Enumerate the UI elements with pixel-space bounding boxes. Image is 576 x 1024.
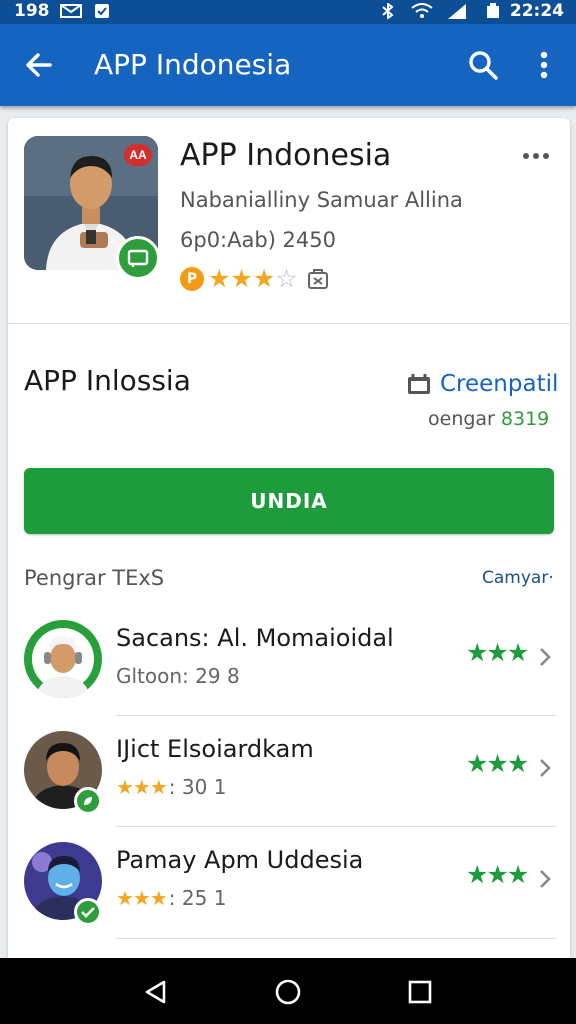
section-sub: oengar 8319: [428, 408, 549, 430]
divider: [116, 938, 556, 939]
bluetooth-icon: [382, 3, 394, 19]
list-item-sub-text: : 25 1: [168, 886, 227, 910]
status-time-left: 198: [14, 1, 50, 21]
check-icon: [81, 907, 95, 918]
back-arrow-icon[interactable]: [22, 48, 56, 82]
nav-back-icon[interactable]: [142, 978, 170, 1006]
rating-badge: P: [180, 267, 204, 291]
leaf-icon: [84, 797, 92, 805]
content-rating-icon: [307, 269, 328, 289]
app-developer[interactable]: Nabanialliny Samuar Allina: [180, 188, 463, 212]
star-icon: ★: [208, 264, 231, 293]
wifi-icon: [411, 3, 433, 18]
battery-icon: [487, 3, 499, 18]
app-detail-card: AA APP Indonesia Nabanialliny Samuar All…: [8, 118, 570, 978]
divider: [116, 826, 556, 827]
section-sub-value: 8319: [500, 408, 550, 430]
list-header-link[interactable]: Camyar·: [482, 568, 554, 588]
nav-recents-icon[interactable]: [406, 978, 434, 1006]
section-sub-label: oengar: [428, 408, 495, 430]
nav-home-icon[interactable]: [274, 978, 302, 1006]
tablet-icon: [127, 249, 149, 267]
app-bar-title: APP Indonesia: [94, 48, 292, 81]
app-meta: 6p0:Aab) 2450: [180, 228, 337, 252]
chevron-right-icon[interactable]: [538, 757, 552, 779]
status-bar: 198 22:24: [0, 0, 576, 24]
list-item-sub: ★★★ : 25 1: [116, 886, 226, 910]
more-horiz-icon[interactable]: [518, 146, 554, 166]
divider: [116, 715, 556, 716]
app-bar: APP Indonesia: [0, 24, 576, 106]
list-item-title: IJict Elsoiardkam: [116, 735, 314, 763]
star-icon: ★: [230, 264, 253, 293]
more-vert-icon[interactable]: [530, 48, 558, 82]
avatar-image: [24, 620, 102, 698]
section-title: APP Inlossia: [24, 364, 191, 397]
chevron-right-icon[interactable]: [538, 868, 552, 890]
divider: [8, 323, 570, 324]
install-button[interactable]: UNDIA: [24, 468, 554, 534]
list-item-rating: ★★★: [466, 860, 529, 889]
notification-icon: [95, 4, 109, 18]
list-item-title: Pamay Apm Uddesia: [116, 846, 364, 874]
list-header: Pengrar TExS: [24, 566, 165, 590]
list-item-title: Sacans: Al. Momaioidal: [116, 624, 394, 652]
list-item-sub-text: : 30 1: [168, 775, 227, 799]
star-icon: ★: [252, 264, 276, 293]
search-icon[interactable]: [466, 48, 500, 82]
avatar: [24, 620, 102, 698]
app-rating: P ★ ★ ★ ☆: [180, 264, 330, 294]
store-badge: [116, 236, 160, 280]
status-time: 22:24: [509, 1, 564, 21]
calendar-icon: [408, 374, 430, 394]
star-empty-icon: ☆: [275, 264, 298, 293]
list-item-mini-stars: ★★★: [116, 775, 168, 799]
app-title: APP Indonesia: [180, 138, 392, 173]
list-item-sub-text: Gltoon: 29 8: [116, 664, 240, 688]
app-icon-badge: AA: [124, 144, 152, 166]
navigation-bar: [0, 958, 576, 1024]
section-link-label[interactable]: Creenpatil: [440, 371, 558, 397]
email-icon: [60, 4, 82, 18]
list-item-sub: Gltoon: 29 8: [116, 664, 240, 688]
list-item-sub: ★★★ : 30 1: [116, 775, 226, 799]
section-link[interactable]: Creenpatil: [406, 368, 558, 400]
signal-icon: [448, 4, 466, 19]
list-item-mini-stars: ★★★: [116, 886, 168, 910]
chevron-right-icon[interactable]: [538, 646, 552, 668]
list-item-rating: ★★★: [466, 749, 529, 778]
list-item-rating: ★★★: [466, 638, 529, 667]
verified-badge-icon: [74, 898, 102, 926]
verified-badge-icon: [74, 787, 102, 815]
